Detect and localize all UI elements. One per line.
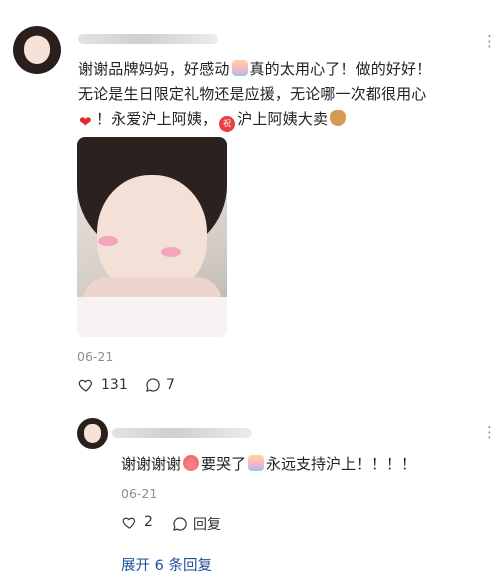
photo-left-blush	[98, 236, 118, 246]
reply-reply-button[interactable]: 回复	[172, 514, 221, 534]
post-photo[interactable]	[77, 137, 227, 337]
avatar-face	[83, 424, 102, 443]
moved-emoji-icon	[231, 60, 248, 76]
reply-text-part: 谢谢谢谢	[121, 455, 182, 473]
post-like-button[interactable]: 131	[77, 377, 128, 393]
wish-emoji-icon: 祝	[219, 116, 236, 132]
reply-label: 回复	[193, 517, 221, 533]
post-text-part: 沪上阿姨大卖	[237, 110, 329, 128]
heart-outline-icon	[122, 517, 136, 529]
heart-outline-icon	[78, 379, 92, 392]
reply-text-part: 要哭了	[201, 455, 247, 473]
money-bag-icon	[330, 110, 347, 126]
post-username-blurred[interactable]	[78, 34, 218, 44]
post-like-count: 131	[101, 377, 128, 393]
reply-username-blurred[interactable]	[112, 428, 252, 438]
post-date: 06-21	[77, 349, 114, 364]
reply-like-count: 2	[144, 514, 153, 530]
red-heart-icon	[79, 110, 94, 135]
reply-body: 谢谢谢谢 要哭了 永远支持沪上！！！！	[121, 452, 416, 477]
reply-date: 06-21	[121, 486, 158, 501]
more-dots-icon[interactable]: ⋮	[482, 425, 497, 440]
post-text-part: 无论是生日限定礼物还是应援，无论哪一次都很用心	[78, 85, 427, 103]
reply-like-button[interactable]: 2	[121, 514, 153, 530]
post-comment-count: 7	[166, 377, 175, 393]
comment-bubble-icon	[146, 378, 160, 392]
photo-sleeves	[77, 297, 227, 337]
reply-text-part: 永远支持沪上！！！！	[266, 455, 417, 473]
more-dots-icon[interactable]: ⋮	[482, 34, 497, 49]
reply-avatar[interactable]	[77, 418, 108, 449]
comment-bubble-icon	[173, 517, 187, 531]
peach-emoji-icon	[183, 455, 200, 471]
post-body: 谢谢品牌妈妈，好感动 真的太用心了！做的好好！ 无论是生日限定礼物还是应援，无论哪…	[78, 57, 486, 135]
avatar-face	[23, 35, 51, 65]
post-avatar[interactable]	[13, 26, 61, 74]
photo-right-blush	[161, 247, 181, 257]
post-text-part: 真的太用心了！做的好好！	[249, 60, 432, 78]
post-text-part: ！永爱沪上阿姨，	[96, 110, 218, 128]
expand-replies-link[interactable]: 展开 6 条回复	[121, 554, 212, 575]
post-comment-button[interactable]: 7	[145, 377, 175, 393]
post-text-part: 谢谢品牌妈妈，好感动	[78, 60, 230, 78]
moved-emoji-icon	[248, 455, 265, 471]
